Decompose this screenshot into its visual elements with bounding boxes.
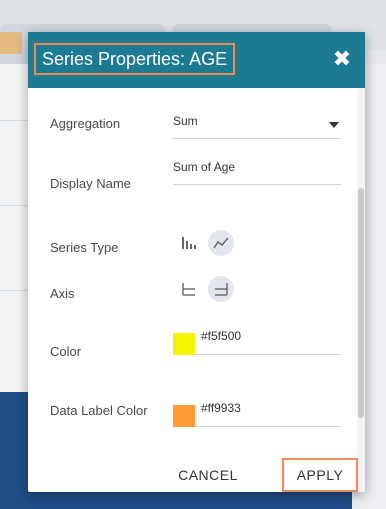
aggregation-select[interactable]: Sum — [173, 112, 341, 139]
aggregation-value: Sum — [173, 114, 198, 128]
axis-left-icon[interactable] — [176, 276, 202, 302]
series-type-label: Series Type — [50, 240, 119, 255]
data-label-color-swatch[interactable] — [173, 405, 195, 427]
series-properties-dialog: Series Properties: AGE ✖ Aggregation Sum… — [28, 32, 365, 492]
color-label: Color — [50, 344, 82, 359]
cancel-button[interactable]: CANCEL — [168, 460, 248, 490]
close-icon[interactable]: ✖ — [329, 46, 355, 72]
scrollbar-thumb[interactable] — [358, 188, 364, 418]
dialog-title: Series Properties: AGE — [34, 43, 236, 75]
line-chart-icon[interactable] — [208, 230, 234, 256]
axis-label: Axis — [50, 286, 75, 301]
background-accent — [0, 32, 22, 54]
color-swatch[interactable] — [173, 333, 195, 355]
apply-button[interactable]: APPLY — [282, 458, 358, 492]
axis-right-icon[interactable] — [208, 276, 234, 302]
data-label-color-picker[interactable]: #ff9933 — [173, 400, 341, 427]
dialog-header: Series Properties: AGE ✖ — [28, 32, 365, 88]
display-name-input[interactable]: Sum of Age — [173, 158, 341, 185]
bar-chart-icon[interactable] — [176, 230, 202, 256]
dialog-scrollbar[interactable] — [357, 88, 365, 492]
data-label-color-label: Data Label Color — [50, 403, 148, 418]
color-picker[interactable]: #f5f500 — [173, 328, 341, 355]
aggregation-label: Aggregation — [50, 116, 121, 131]
color-value: #f5f500 — [201, 329, 242, 343]
display-name-label: Display Name — [50, 176, 131, 191]
data-label-color-value: #ff9933 — [201, 401, 241, 415]
chevron-down-icon — [329, 122, 339, 128]
display-name-value: Sum of Age — [173, 160, 236, 174]
